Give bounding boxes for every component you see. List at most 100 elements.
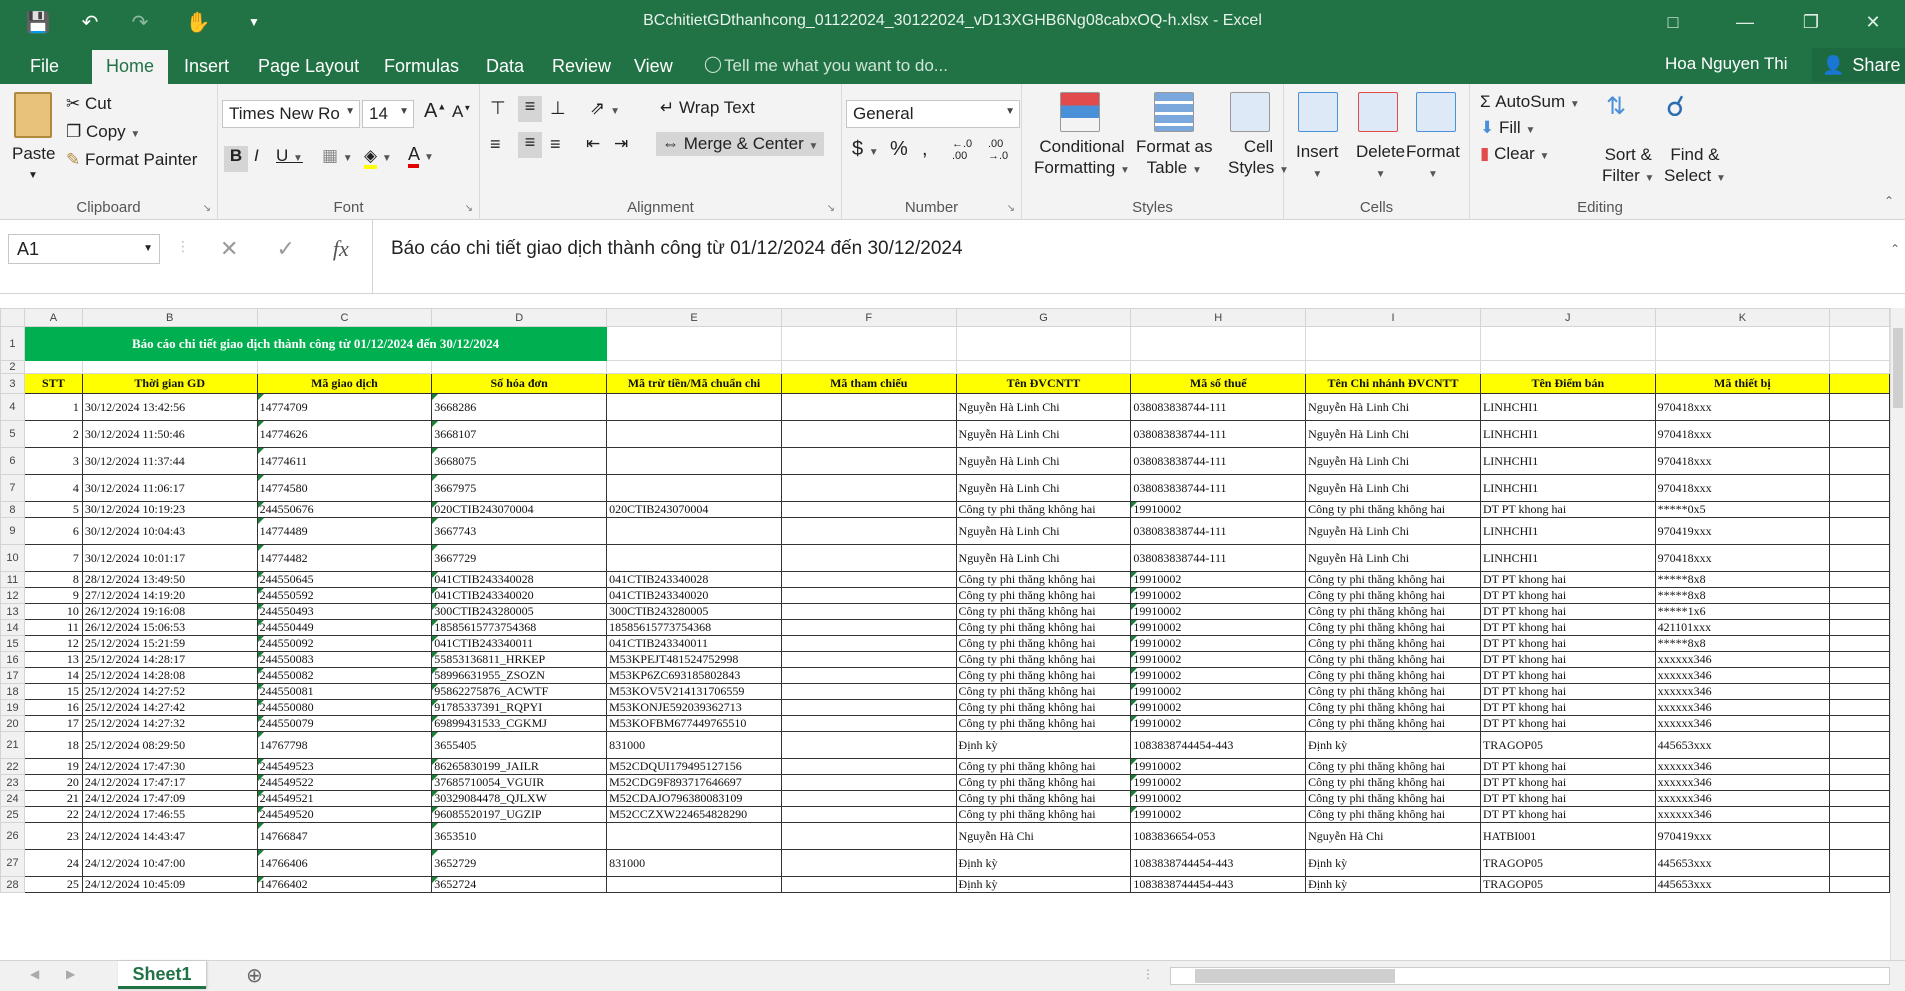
name-box[interactable]: A1 ▼ [8, 234, 160, 264]
row-header[interactable]: 27 [0, 849, 25, 877]
cell[interactable]: 26/12/2024 15:06:53 [81, 619, 258, 636]
row-header[interactable]: 17 [0, 667, 25, 684]
cell[interactable]: 20 [23, 774, 83, 791]
cell[interactable]: M52CCZXW224654828290 [606, 806, 782, 823]
cell[interactable] [1654, 326, 1831, 361]
cell[interactable]: 14766402 [256, 876, 433, 893]
cell[interactable]: Công ty phi thăng không hai [955, 635, 1132, 652]
report-title-cell[interactable]: Báo cáo chi tiết giao dịch thành công từ… [23, 326, 608, 361]
cell[interactable]: 14 [23, 667, 83, 684]
delete-cells-button[interactable]: Delete ▼ [1356, 142, 1405, 182]
row-header[interactable]: 22 [0, 758, 25, 775]
cell[interactable]: 22 [23, 806, 83, 823]
cell[interactable]: Nguyễn Hà Linh Chi [955, 447, 1132, 475]
cell[interactable] [1829, 667, 1890, 684]
formula-input[interactable]: Báo cáo chi tiết giao dịch thành công từ… [372, 220, 1892, 294]
cell[interactable]: Công ty phi thăng không hai [955, 587, 1132, 604]
cell[interactable] [780, 683, 957, 700]
currency-icon[interactable]: $ ▼ [852, 138, 879, 161]
cell[interactable] [1829, 699, 1890, 716]
cell[interactable]: 30/12/2024 13:42:56 [81, 393, 258, 421]
align-right-icon[interactable]: ≡ [550, 134, 561, 155]
cell[interactable]: 3667729 [431, 544, 608, 572]
cell[interactable]: 13 [23, 651, 83, 668]
cell[interactable]: 244550080 [256, 699, 433, 716]
cell[interactable]: 19910002 [1130, 651, 1307, 668]
cell[interactable]: xxxxxx346 [1654, 758, 1831, 775]
cell[interactable]: *****0x5 [1654, 501, 1831, 518]
cell[interactable]: 25/12/2024 14:28:08 [81, 667, 258, 684]
cell[interactable]: 25/12/2024 14:27:32 [81, 715, 258, 732]
cell[interactable]: 28/12/2024 13:49:50 [81, 571, 258, 588]
font-size-combo[interactable]: 14 ▼ [362, 100, 414, 128]
horizontal-scroll-thumb[interactable] [1195, 969, 1395, 983]
cell[interactable]: 445653xxx [1654, 731, 1831, 759]
cell[interactable]: TRAGOP05 [1479, 849, 1656, 877]
cell[interactable]: 244550592 [256, 587, 433, 604]
cell[interactable]: 300CTIB243280005 [431, 603, 608, 620]
insert-function-button[interactable]: fx [333, 236, 349, 262]
row-header[interactable]: 10 [0, 544, 25, 572]
cell[interactable]: 24 [23, 849, 83, 877]
cell[interactable] [780, 849, 957, 877]
paste-icon[interactable] [14, 92, 52, 138]
cell[interactable]: 244550645 [256, 571, 433, 588]
cell[interactable]: Nguyễn Hà Linh Chi [955, 420, 1132, 448]
cell[interactable]: 30/12/2024 11:37:44 [81, 447, 258, 475]
cell[interactable]: 3668107 [431, 420, 608, 448]
prev-sheet-icon[interactable]: ◀ [30, 967, 39, 981]
font-color-icon[interactable]: A ▼ [408, 144, 434, 168]
row-header[interactable]: 4 [0, 393, 25, 421]
cell[interactable] [780, 758, 957, 775]
cell[interactable] [1130, 326, 1307, 361]
column-header[interactable]: B [81, 308, 258, 327]
cell[interactable]: 7 [23, 544, 83, 572]
cell[interactable]: 30329084478_QJLXW [431, 790, 608, 807]
column-title-cell[interactable]: Tên ĐVCNTT [955, 373, 1132, 394]
cell[interactable]: 37685710054_VGUIR [431, 774, 608, 791]
cell[interactable]: Công ty phi thăng không hai [1305, 603, 1481, 620]
cell[interactable]: 24/12/2024 14:43:47 [81, 822, 258, 850]
row-header[interactable]: 16 [0, 651, 25, 668]
cell[interactable]: 25/12/2024 14:27:52 [81, 683, 258, 700]
cell[interactable]: 421101xxx [1654, 619, 1831, 636]
cell[interactable]: 1083836654-053 [1130, 822, 1307, 850]
cell[interactable]: 244549520 [256, 806, 433, 823]
cell[interactable]: 24/12/2024 17:46:55 [81, 806, 258, 823]
cell[interactable]: Nguyễn Hà Linh Chi [1305, 447, 1481, 475]
increase-indent-icon[interactable]: ⇥ [614, 134, 628, 154]
cell[interactable]: 020CTIB243070004 [606, 501, 782, 518]
cell[interactable]: Công ty phi thăng không hai [1305, 635, 1481, 652]
cell[interactable] [1829, 822, 1890, 850]
cell[interactable]: 24/12/2024 17:47:17 [81, 774, 258, 791]
cell[interactable]: 95862275876_ACWTF [431, 683, 608, 700]
cell[interactable]: Công ty phi thăng không hai [955, 603, 1132, 620]
cell[interactable] [780, 393, 957, 421]
cell[interactable] [1829, 326, 1890, 361]
cell[interactable]: Công ty phi thăng không hai [955, 619, 1132, 636]
cell[interactable]: DT PT khong hai [1479, 651, 1656, 668]
cell[interactable] [780, 876, 957, 893]
cell[interactable]: xxxxxx346 [1654, 790, 1831, 807]
cell[interactable] [1829, 393, 1890, 421]
cell[interactable] [780, 715, 957, 732]
tab-formulas[interactable]: Formulas [370, 50, 473, 84]
cell[interactable]: 18 [23, 731, 83, 759]
column-header[interactable]: F [780, 308, 957, 327]
cell[interactable]: 038083838744-111 [1130, 474, 1307, 502]
cell[interactable] [1829, 501, 1890, 518]
cell[interactable] [1829, 474, 1890, 502]
cell[interactable]: TRAGOP05 [1479, 731, 1656, 759]
cell[interactable]: 19910002 [1130, 699, 1307, 716]
cell[interactable]: 19910002 [1130, 635, 1307, 652]
cell[interactable] [1829, 447, 1890, 475]
cell[interactable]: 831000 [606, 849, 782, 877]
cell[interactable]: 038083838744-111 [1130, 393, 1307, 421]
cell[interactable]: M52CDAJO796380083109 [606, 790, 782, 807]
cell[interactable]: 244550449 [256, 619, 433, 636]
cell[interactable]: 038083838744-111 [1130, 517, 1307, 545]
cell[interactable]: 300CTIB243280005 [606, 603, 782, 620]
cell[interactable]: xxxxxx346 [1654, 806, 1831, 823]
sort-filter-button[interactable]: Sort & Filter ▼ [1602, 144, 1654, 189]
cell[interactable] [606, 474, 782, 502]
